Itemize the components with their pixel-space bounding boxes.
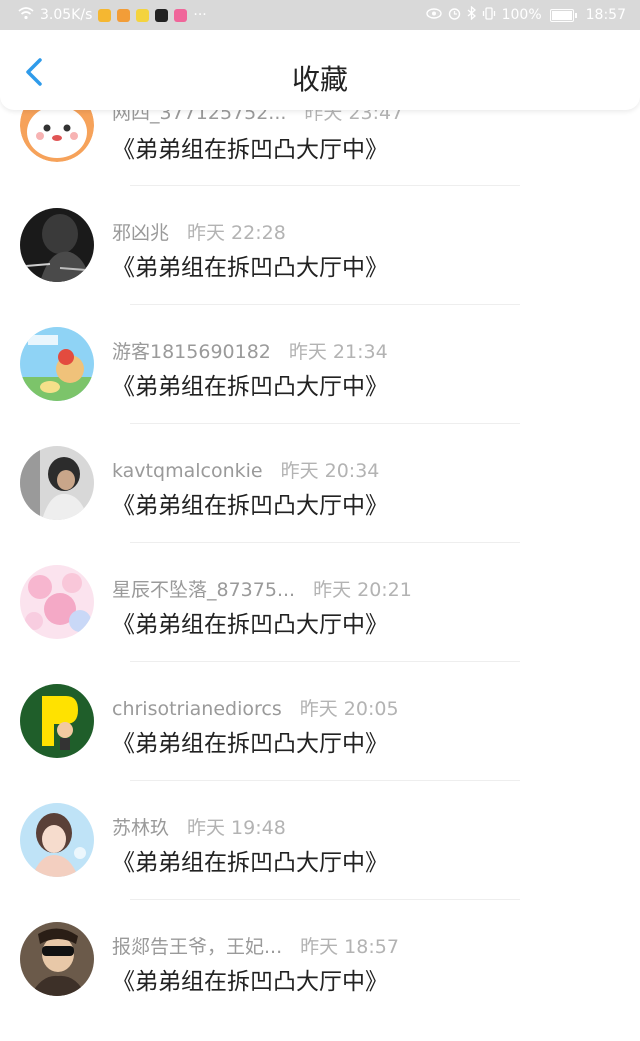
username[interactable]: 星辰不坠落_87375... [112,579,295,601]
timestamp: 昨天 19:48 [187,817,286,839]
item-meta: chrisotrianediorcs 昨天 20:05 [112,694,399,721]
favorite-content[interactable]: 《弟弟组在拆凹凸大厅中》 [112,724,388,758]
username[interactable]: 苏林玖 [112,817,169,839]
list-item[interactable]: 报郯告王爷，王妃... 昨天 18:57 《弟弟组在拆凹凸大厅中》 [0,922,640,1041]
username[interactable]: 邪凶兆 [112,222,169,244]
timestamp: 昨天 20:21 [313,579,412,601]
avatar[interactable] [20,565,94,639]
avatar[interactable] [20,684,94,758]
timestamp: 昨天 20:34 [280,460,380,482]
item-meta: kavtqmalconkie 昨天 20:34 [112,456,379,483]
avatar[interactable] [20,327,94,401]
divider [130,899,520,900]
favorites-list: 网四_377125752... 昨天 23:47 《弟弟组在拆凹凸大厅中》 邪凶兆… [0,0,640,1024]
divider [130,542,520,543]
list-item[interactable]: 苏林玖 昨天 19:48 《弟弟组在拆凹凸大厅中》 [0,803,640,922]
item-meta: 邪凶兆 昨天 22:28 [112,218,286,245]
favorite-content[interactable]: 《弟弟组在拆凹凸大厅中》 [112,248,388,282]
alarm-icon [448,7,461,24]
list-item[interactable]: chrisotrianediorcs 昨天 20:05 《弟弟组在拆凹凸大厅中》 [0,684,640,803]
timestamp: 昨天 20:05 [299,698,399,720]
divider [130,780,520,781]
divider [130,423,520,424]
status-bar: 3.05K/s ··· 100% 18:57 [0,0,640,30]
favorite-content[interactable]: 《弟弟组在拆凹凸大厅中》 [112,962,388,996]
favorite-content[interactable]: 《弟弟组在拆凹凸大厅中》 [112,843,388,877]
divider [130,304,520,305]
app-notification-icon [136,8,150,22]
battery-percent: 100% [501,7,542,23]
avatar[interactable] [20,208,94,282]
favorite-content[interactable]: 《弟弟组在拆凹凸大厅中》 [112,486,388,520]
timestamp: 昨天 22:28 [187,222,286,244]
item-meta: 报郯告王爷，王妃... 昨天 18:57 [112,932,399,959]
bluetooth-icon [467,5,476,24]
username[interactable]: 报郯告王爷，王妃... [112,936,282,958]
app-notification-icon [117,8,131,22]
username[interactable]: kavtqmalconkie [112,460,263,482]
vibrate-icon [482,6,496,24]
app-notification-icon [155,8,169,22]
divider [130,185,520,186]
list-item[interactable]: 星辰不坠落_87375... 昨天 20:21 《弟弟组在拆凹凸大厅中》 [0,565,640,684]
timestamp: 昨天 21:34 [288,341,388,363]
network-speed: 3.05K/s [40,7,93,23]
favorite-content[interactable]: 《弟弟组在拆凹凸大厅中》 [112,367,388,401]
username[interactable]: chrisotrianediorcs [112,698,282,720]
favorite-content[interactable]: 《弟弟组在拆凹凸大厅中》 [112,130,388,164]
timestamp: 昨天 18:57 [300,936,399,958]
eye-icon [425,7,442,23]
clock: 18:57 [585,7,626,23]
battery-icon [549,8,577,22]
item-meta: 星辰不坠落_87375... 昨天 20:21 [112,575,412,602]
list-item[interactable]: 游客1815690182 昨天 21:34 《弟弟组在拆凹凸大厅中》 [0,327,640,446]
list-item[interactable]: 邪凶兆 昨天 22:28 《弟弟组在拆凹凸大厅中》 [0,208,640,327]
list-item[interactable]: kavtqmalconkie 昨天 20:34 《弟弟组在拆凹凸大厅中》 [0,446,640,565]
username[interactable]: 游客1815690182 [112,341,271,363]
favorite-content[interactable]: 《弟弟组在拆凹凸大厅中》 [112,605,388,639]
app-notification-icon [98,8,112,22]
app-notification-icon [174,8,188,22]
avatar[interactable] [20,446,94,520]
divider [130,661,520,662]
nav-header: 收藏 [0,30,640,110]
wifi-icon [18,6,34,24]
item-meta: 苏林玖 昨天 19:48 [112,813,286,840]
more-notifications: ··· [193,7,207,23]
page-title: 收藏 [291,63,348,96]
avatar[interactable] [20,803,94,877]
item-meta: 游客1815690182 昨天 21:34 [112,337,388,364]
avatar[interactable] [20,922,94,996]
